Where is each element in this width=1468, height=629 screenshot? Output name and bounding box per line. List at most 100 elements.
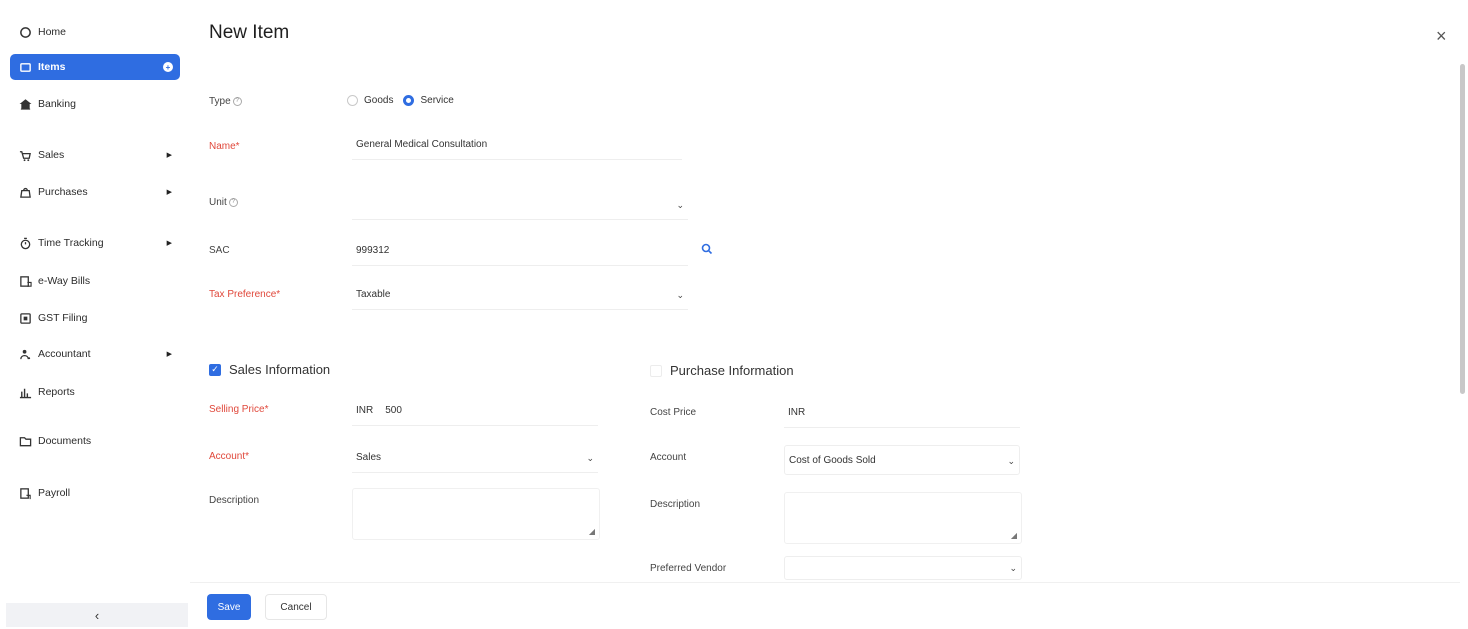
name-input[interactable]: General Medical Consultation [352,130,682,160]
purchase-description-textarea[interactable]: ◢ [784,492,1022,544]
resize-grip-icon[interactable]: ◢ [1011,531,1017,540]
chevron-right-icon: ▶ [166,351,172,358]
cancel-button[interactable]: Cancel [265,594,327,620]
purchase-info-checkbox[interactable] [650,364,662,377]
sidebar-item-label: Sales [38,149,65,161]
sidebar-item-purchases[interactable]: Purchases ▶ [10,179,180,205]
sidebar-item-gst-filing[interactable]: GST Filing [10,305,180,331]
radio-goods[interactable] [347,95,358,106]
cost-price-input[interactable]: INR [784,398,1020,428]
selling-price-value: 500 [385,405,402,416]
home-icon [18,25,32,39]
sidebar-item-accountant[interactable]: Accountant ▶ [10,341,180,367]
sac-input[interactable]: 999312 [352,236,688,266]
sales-account-value: Sales [356,452,382,463]
sidebar-item-home[interactable]: Home [10,19,180,45]
purchase-info-header: Purchase Information [650,363,794,378]
sidebar-item-sales[interactable]: Sales ▶ [10,142,180,168]
add-icon[interactable]: + [163,62,173,72]
chevron-right-icon: ▶ [166,189,172,196]
chevron-left-icon: ‹ [94,607,100,623]
radio-service[interactable] [403,95,415,106]
payroll-icon [18,486,32,500]
type-label: Type? [209,96,242,107]
tax-preference-label: Tax Preference* [209,289,281,300]
search-icon[interactable] [701,243,713,255]
cost-price-label: Cost Price [650,407,697,418]
sac-input-value: 999312 [356,245,390,256]
timer-icon [18,236,32,250]
sidebar-item-label: Banking [38,98,76,110]
close-icon[interactable]: × [1436,27,1447,45]
tax-preference-select[interactable]: Taxable ⌄ [352,280,688,310]
sales-info-header: ✓ Sales Information [209,362,330,377]
sidebar-collapse-button[interactable]: ‹ [6,603,188,627]
sidebar-item-reports[interactable]: Reports [10,379,180,405]
chevron-down-icon: ⌄ [1007,456,1015,466]
name-input-value: General Medical Consultation [356,139,488,150]
bank-icon [18,97,32,111]
sidebar-item-payroll[interactable]: Payroll [10,480,180,506]
save-button[interactable]: Save [207,594,251,620]
purchase-account-label: Account [650,452,687,463]
selling-price-input[interactable]: INR 500 [352,396,598,426]
sidebar-item-label: Time Tracking [38,237,104,249]
sales-info-checkbox[interactable]: ✓ [209,363,221,376]
help-icon[interactable]: ? [232,96,242,106]
items-icon [18,60,32,74]
currency-prefix: INR [788,407,806,418]
resize-grip-icon[interactable]: ◢ [589,527,595,536]
sales-account-select[interactable]: Sales ⌄ [352,443,598,473]
sales-account-label: Account* [209,451,250,462]
chevron-down-icon: ⌄ [586,453,594,463]
chevron-right-icon: ▶ [166,240,172,247]
chevron-right-icon: ▶ [166,152,172,159]
help-icon[interactable]: ? [228,197,238,207]
sidebar-item-label: Purchases [38,186,88,198]
sidebar: Home Items + Banking Sales ▶ Purchases ▶… [0,0,190,629]
selling-price-label: Selling Price* [209,404,269,415]
sidebar-item-label: Items [38,61,66,73]
name-label: Name* [209,141,240,152]
chevron-down-icon: ⌄ [1009,563,1017,573]
page-title: New Item [209,22,290,43]
sales-description-textarea[interactable]: ◢ [352,488,600,540]
unit-label: Unit? [209,197,238,208]
sidebar-item-label: Accountant [38,348,91,360]
sales-description-label: Description [209,495,260,506]
sidebar-item-banking[interactable]: Banking [10,91,180,117]
sidebar-item-items[interactable]: Items + [10,54,180,80]
sidebar-item-label: Reports [38,386,75,398]
radio-service-label[interactable]: Service [420,95,453,106]
currency-prefix: INR [356,405,374,416]
folder-icon [18,434,32,448]
radio-goods-label[interactable]: Goods [364,95,393,106]
sidebar-item-label: Payroll [38,487,71,499]
reports-icon [18,385,32,399]
purchase-description-label: Description [650,499,701,510]
eway-icon [18,274,32,288]
purchase-account-value: Cost of Goods Sold [789,454,876,466]
preferred-vendor-label: Preferred Vendor [650,563,727,574]
sidebar-item-label: GST Filing [38,312,88,324]
cart-icon [18,148,32,162]
sidebar-item-documents[interactable]: Documents [10,428,180,454]
purchase-account-select[interactable]: Cost of Goods Sold ⌄ [784,445,1020,475]
tax-preference-value: Taxable [356,289,391,300]
sidebar-item-eway-bills[interactable]: e-Way Bills [10,268,180,294]
scrollbar[interactable] [1460,64,1465,394]
sidebar-item-time-tracking[interactable]: Time Tracking ▶ [10,230,180,256]
sac-label: SAC [209,245,230,256]
form-footer [190,582,1460,629]
bag-icon [18,185,32,199]
accountant-icon [18,347,32,361]
chevron-down-icon: ⌄ [676,290,684,300]
gst-icon [18,311,32,325]
type-radio-group: Goods Service [347,95,464,106]
unit-select[interactable]: ⌄ [352,190,688,220]
chevron-down-icon: ⌄ [676,200,684,210]
sidebar-item-label: e-Way Bills [38,275,91,287]
sidebar-item-label: Home [38,26,67,38]
preferred-vendor-select[interactable]: ⌄ [784,556,1022,580]
sidebar-item-label: Documents [38,435,92,447]
